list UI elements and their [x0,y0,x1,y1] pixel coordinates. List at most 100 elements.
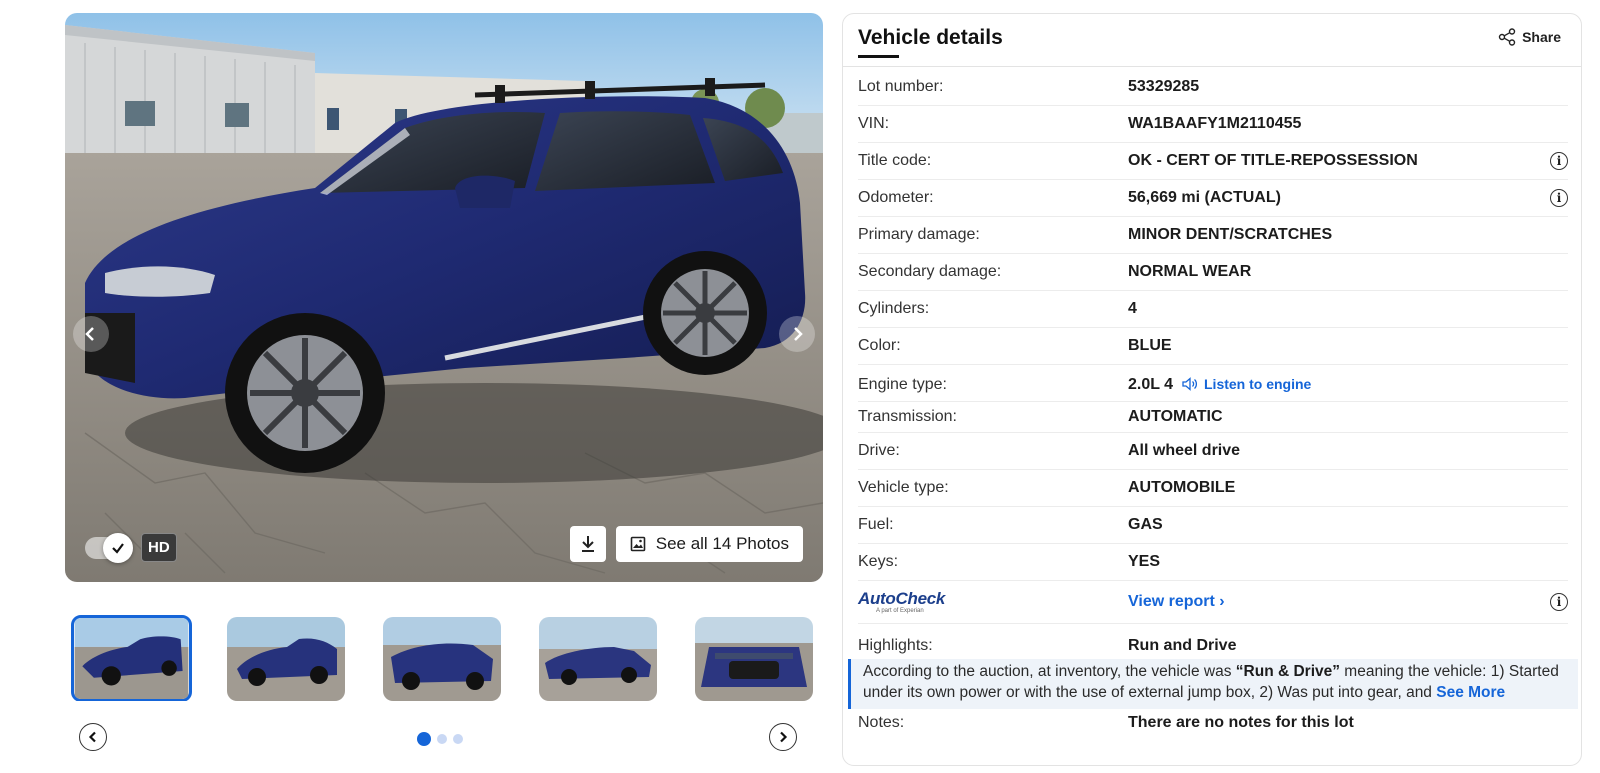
chevron-right-icon [780,731,788,743]
see-all-photos-button[interactable]: See all 14 Photos [615,526,803,562]
thumbnail-next-button[interactable] [769,723,797,751]
photo-next-button[interactable] [779,316,815,352]
autocheck-tagline: A part of Experian [876,608,924,614]
row-label: Drive: [858,442,900,459]
lot-number-value: 53329285 [1128,78,1200,95]
details-header: Vehicle details Share [843,14,1581,67]
color-value: BLUE [1128,337,1172,354]
description-emphasis: “Run & Drive” [1235,663,1340,680]
detail-row-drive: Drive: All wheel drive [858,433,1568,470]
detail-row-odometer: Odometer: 56,669 mi (ACTUAL) i [858,180,1568,217]
vehicle-details-panel: Vehicle details Share Lot number: 533292… [842,13,1582,766]
listen-to-engine-label: Listen to engine [1204,376,1312,392]
view-report-label: View report [1128,593,1215,610]
thumbnail-3[interactable] [383,617,501,701]
detail-row-engine-type: Engine type: 2.0L 4 Listen to engine [858,365,1568,402]
thumbnail-image [695,617,813,701]
drive-value: All wheel drive [1128,442,1241,459]
row-label: Cylinders: [858,300,930,317]
detail-row-transmission: Transmission: AUTOMATIC [858,402,1568,433]
thumbnail-image [74,618,189,699]
info-icon[interactable]: i [1550,152,1568,170]
row-label: VIN: [858,115,890,132]
hd-badge: HD [141,533,177,562]
run-drive-description: According to the auction, at inventory, … [848,659,1578,709]
autocheck-brand: AutoCheck [858,589,946,608]
hd-toggle-switch[interactable] [85,532,133,563]
hd-toggle-group: HD [85,532,177,563]
photo-prev-button[interactable] [73,316,109,352]
row-label: Engine type: [858,376,947,393]
info-icon[interactable]: i [1550,189,1568,207]
detail-row-primary-damage: Primary damage: MINOR DENT/SCRATCHES [858,217,1568,254]
pagination-dots [417,732,463,746]
download-icon [581,536,594,552]
toggle-knob [103,532,133,563]
detail-row-notes: Notes: There are no notes for this lot [858,711,1568,747]
fuel-value: GAS [1128,516,1163,533]
detail-row-autocheck: AutoCheck A part of Experian View report… [858,581,1568,624]
thumbnail-prev-button[interactable] [79,723,107,751]
main-vehicle-photo[interactable]: HD See all 14 Photos [65,13,823,582]
share-button[interactable]: Share [1498,28,1561,46]
detail-row-secondary-damage: Secondary damage: NORMAL WEAR [858,254,1568,291]
chevron-left-icon [88,731,96,743]
thumbnail-image [539,617,657,701]
title-code-value: OK - CERT OF TITLE-REPOSSESSION [1128,152,1418,169]
thumbnail-image [227,617,345,701]
row-label: Transmission: [858,408,957,425]
keys-value: YES [1128,553,1161,570]
row-label: Highlights: [858,637,933,654]
row-label: Color: [858,337,901,354]
row-label: Vehicle type: [858,479,949,496]
vehicle-type-value: AUTOMOBILE [1128,479,1236,496]
share-label: Share [1522,29,1561,45]
details-title: Vehicle details [858,26,1003,49]
vin-value: WA1BAAFY1M2110455 [1128,115,1302,132]
info-icon[interactable]: i [1550,593,1568,611]
detail-row-keys: Keys: YES [858,544,1568,581]
thumbnail-1[interactable] [71,615,192,701]
see-all-photos-label: See all 14 Photos [655,534,789,553]
pagination-dot-1[interactable] [417,732,431,746]
image-icon [630,536,646,552]
thumbnail-strip [65,615,823,701]
thumbnail-image [383,617,501,701]
share-icon [1498,28,1516,46]
thumbnail-5[interactable] [695,617,813,701]
secondary-damage-value: NORMAL WEAR [1128,263,1252,280]
cylinders-value: 4 [1128,300,1137,317]
engine-type-value: 2.0L 4 [1128,376,1174,393]
thumbnail-navigation [65,723,823,753]
detail-row-vin: VIN: WA1BAAFY1M2110455 [858,106,1568,143]
notes-value: There are no notes for this lot [1128,714,1354,731]
highlights-value: Run and Drive [1128,637,1237,654]
row-label: Lot number: [858,78,944,95]
odometer-value: 56,669 mi (ACTUAL) [1128,189,1281,206]
title-underline [858,55,899,58]
detail-row-cylinders: Cylinders: 4 [858,291,1568,328]
row-label: Title code: [858,152,932,169]
row-label: Fuel: [858,516,894,533]
detail-row-vehicle-type: Vehicle type: AUTOMOBILE [858,470,1568,507]
row-label: Primary damage: [858,226,980,243]
speaker-icon [1182,377,1198,391]
pagination-dot-3[interactable] [453,734,463,744]
autocheck-logo: AutoCheck A part of Experian [858,589,946,614]
chevron-right-icon [794,327,803,341]
row-label: Keys: [858,553,899,570]
see-more-link[interactable]: See More [1436,684,1505,701]
photo-actions: See all 14 Photos [569,526,803,562]
detail-row-title-code: Title code: OK - CERT OF TITLE-REPOSSESS… [858,143,1568,180]
thumbnail-2[interactable] [227,617,345,701]
listen-to-engine-link[interactable]: Listen to engine [1182,376,1311,392]
photo-gallery: HD See all 14 Photos [65,13,823,751]
pagination-dot-2[interactable] [437,734,447,744]
detail-row-lot-number: Lot number: 53329285 [858,69,1568,106]
vehicle-photo-image [65,13,823,582]
primary-damage-value: MINOR DENT/SCRATCHES [1128,226,1333,243]
thumbnail-4[interactable] [539,617,657,701]
chevron-right-icon: › [1219,593,1225,610]
view-report-link[interactable]: View report › [1128,593,1225,611]
download-photo-button[interactable] [569,526,606,562]
